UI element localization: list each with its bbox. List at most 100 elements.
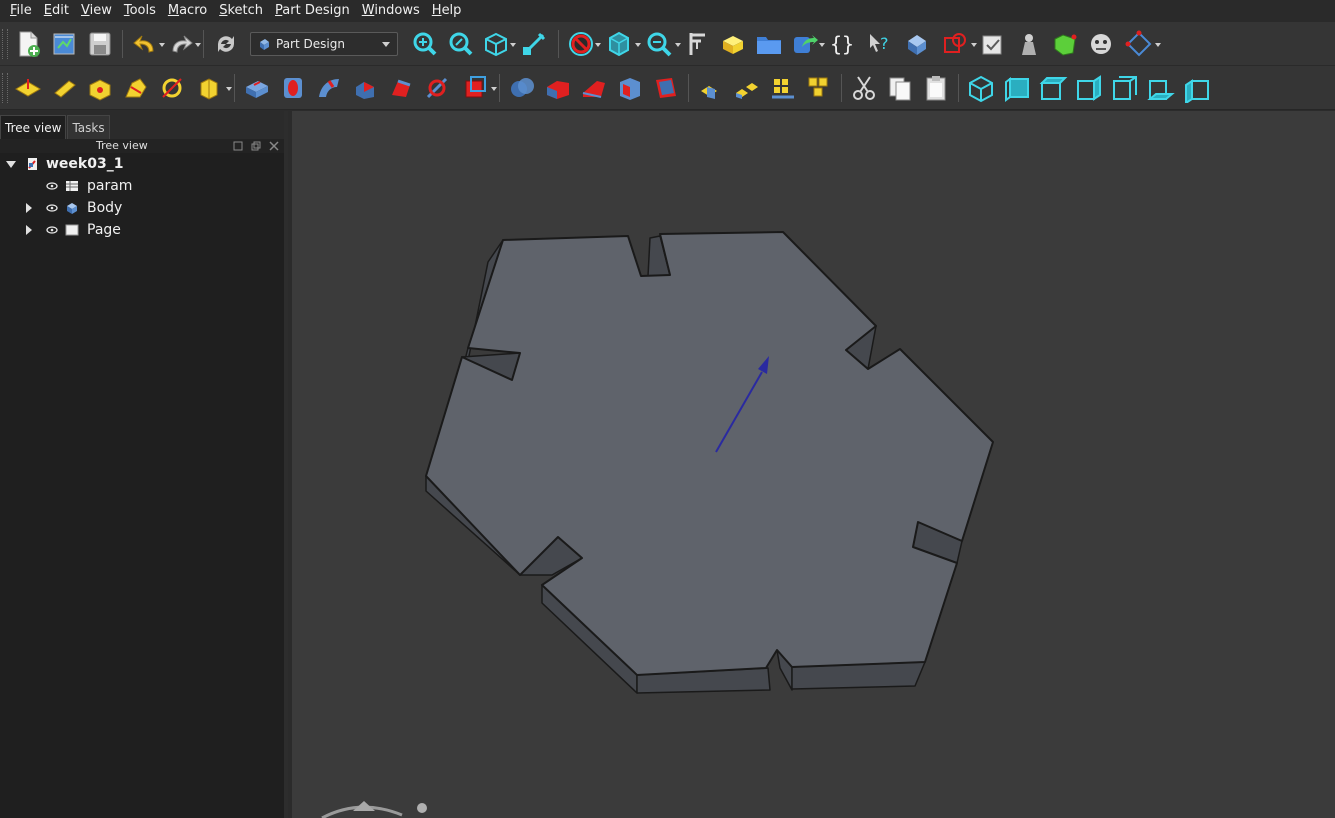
restore-panel-icon[interactable]: [250, 140, 262, 152]
workbench-selector[interactable]: Part Design: [250, 31, 398, 56]
subshape-binder-icon[interactable]: [1047, 26, 1083, 62]
model-top-face[interactable]: [425, 231, 994, 676]
linear-pattern-icon[interactable]: [729, 70, 765, 106]
whats-this-icon[interactable]: ?: [859, 26, 899, 62]
group-folder-icon[interactable]: [751, 26, 787, 62]
cut-icon[interactable]: [846, 70, 882, 106]
macro-braces-icon[interactable]: {}: [823, 26, 859, 62]
menu-edit-rest: dit: [52, 3, 69, 18]
toolbar-separator: [499, 73, 500, 102]
float-panel-icon[interactable]: [232, 140, 244, 152]
visibility-eye-icon[interactable]: [46, 224, 58, 236]
tree-item-page[interactable]: Page: [26, 219, 121, 241]
visibility-eye-icon[interactable]: [46, 180, 58, 192]
fillet-icon[interactable]: [540, 70, 576, 106]
pocket-icon[interactable]: [455, 70, 497, 106]
workbench-label: Part Design: [276, 36, 345, 51]
expand-arrow-icon[interactable]: [26, 203, 32, 213]
undo-icon[interactable]: [127, 26, 165, 62]
mirrored-icon[interactable]: [693, 70, 729, 106]
fit-selection-icon[interactable]: [442, 26, 478, 62]
datum-point-icon[interactable]: [82, 70, 118, 106]
clone-body-icon[interactable]: [190, 70, 232, 106]
refresh-icon[interactable]: [208, 26, 244, 62]
validate-sketch-icon[interactable]: [975, 26, 1011, 62]
part-model[interactable]: [292, 111, 1335, 818]
polar-pattern-icon[interactable]: [765, 70, 801, 106]
part-design-toolbar: [0, 66, 1335, 110]
menu-help[interactable]: Help: [426, 0, 468, 22]
multi-transform-icon[interactable]: [801, 70, 837, 106]
fit-all-icon[interactable]: [406, 26, 442, 62]
create-sketch-icon[interactable]: [935, 26, 977, 62]
view-left-icon[interactable]: [1179, 70, 1215, 106]
datum-line-icon[interactable]: [46, 70, 82, 106]
create-body-icon[interactable]: [899, 26, 935, 62]
menu-tools[interactable]: Tools: [118, 0, 162, 22]
svg-text:{}: {}: [830, 32, 854, 56]
datum-plane-icon[interactable]: [10, 70, 46, 106]
expand-arrow-icon[interactable]: [26, 225, 32, 235]
tree-item-param[interactable]: param: [46, 175, 132, 197]
clone-icon[interactable]: [1083, 26, 1119, 62]
menu-part-design[interactable]: Part Design: [269, 0, 356, 22]
open-document-icon[interactable]: [46, 26, 82, 62]
attachment-icon[interactable]: [1119, 26, 1161, 62]
menu-windows[interactable]: Windows: [356, 0, 426, 22]
revolution-icon[interactable]: [275, 70, 311, 106]
pipe-icon[interactable]: [347, 70, 383, 106]
menu-edit[interactable]: Edit: [38, 0, 75, 22]
navigation-cube[interactable]: [321, 801, 427, 818]
loft-icon[interactable]: [311, 70, 347, 106]
additive-primitive-icon[interactable]: [419, 70, 455, 106]
toolbar-handle[interactable]: [2, 28, 8, 59]
redo-icon[interactable]: [163, 26, 201, 62]
pad-icon[interactable]: [239, 70, 275, 106]
toolbar-handle[interactable]: [2, 72, 8, 103]
tree-document-row[interactable]: week03_1: [6, 153, 123, 175]
view-rear-icon[interactable]: [1107, 70, 1143, 106]
box-view-icon[interactable]: [599, 26, 641, 62]
menu-view[interactable]: View: [75, 0, 118, 22]
close-panel-icon[interactable]: [268, 140, 280, 152]
menu-macro[interactable]: Macro: [162, 0, 213, 22]
part-design-icon: [260, 38, 269, 50]
save-icon[interactable]: [82, 26, 118, 62]
paste-icon[interactable]: [918, 70, 954, 106]
link-icon[interactable]: [787, 26, 825, 62]
visibility-eye-icon[interactable]: [46, 202, 58, 214]
additive-helix-icon[interactable]: [383, 70, 419, 106]
chamfer-icon[interactable]: [576, 70, 612, 106]
tab-tree-view[interactable]: Tree view: [0, 115, 67, 139]
local-cs-icon[interactable]: [118, 70, 154, 106]
nav-menu-icon[interactable]: [417, 803, 427, 813]
tree-view-title: Tree view: [96, 139, 148, 152]
view-top-icon[interactable]: [1035, 70, 1071, 106]
shape-binder-2-icon[interactable]: [154, 70, 190, 106]
part-icon[interactable]: [715, 26, 751, 62]
copy-icon[interactable]: [882, 70, 918, 106]
tab-tasks[interactable]: Tasks: [67, 115, 110, 139]
boolean-icon[interactable]: [504, 70, 540, 106]
draw-style-icon[interactable]: [563, 26, 601, 62]
draft-icon[interactable]: [612, 70, 648, 106]
tree-item-body[interactable]: Body: [26, 197, 122, 219]
new-document-icon[interactable]: [10, 26, 46, 62]
isometric-view-icon[interactable]: [478, 26, 516, 62]
zoom-icon[interactable]: [639, 26, 681, 62]
caliper-icon[interactable]: [679, 26, 715, 62]
collapse-arrow-icon[interactable]: [6, 160, 16, 168]
thickness-icon[interactable]: [648, 70, 684, 106]
view-right-icon[interactable]: [1071, 70, 1107, 106]
3d-viewport[interactable]: [292, 111, 1335, 818]
menu-edit-key: E: [43, 3, 52, 18]
shape-binder-icon[interactable]: [1011, 26, 1047, 62]
view-front-icon[interactable]: [999, 70, 1035, 106]
measure-icon[interactable]: [514, 26, 554, 62]
menu-file[interactable]: File: [4, 0, 38, 22]
toolbar-separator: [122, 29, 123, 58]
view-isometric-icon[interactable]: [963, 70, 999, 106]
view-bottom-icon[interactable]: [1143, 70, 1179, 106]
menu-help-rest: elp: [441, 3, 462, 18]
menu-sketch[interactable]: Sketch: [213, 0, 269, 22]
